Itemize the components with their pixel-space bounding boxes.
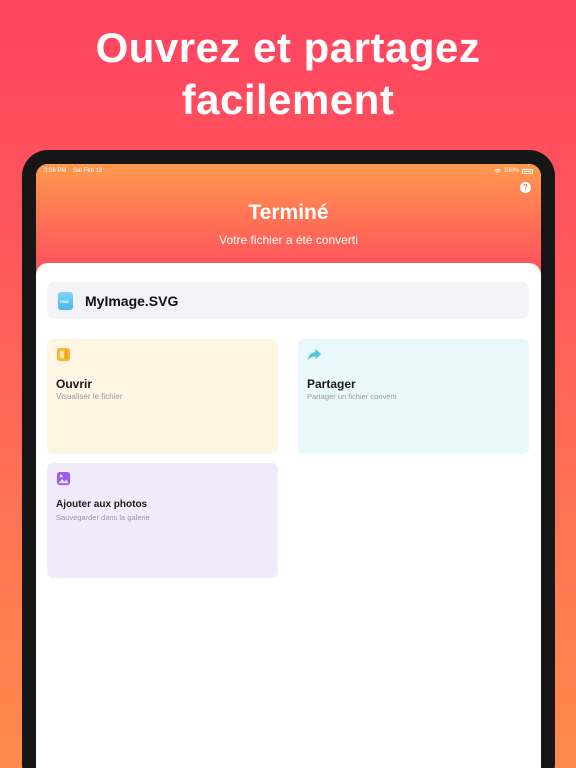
file-row: MyImage.SVG <box>47 282 529 319</box>
tablet-device: 3:06 PM Sat Feb 13 100% ? Terminé Votre … <box>22 150 555 768</box>
status-time: 3:06 PM <box>44 168 67 174</box>
share-action-subtitle: Partager un fichier converti <box>307 392 397 401</box>
share-arrow-icon <box>307 348 322 361</box>
status-right: 100% <box>493 164 533 178</box>
add-to-photos-action-tile[interactable]: Ajouter aux photos Sauvegarder dans la g… <box>47 463 278 578</box>
image-file-icon <box>58 291 73 310</box>
open-action-title: Ouvrir <box>56 377 93 391</box>
content-card: MyImage.SVG Ouvrir Visualiser le fichier… <box>36 263 541 768</box>
photos-action-subtitle: Sauvegarder dans la galerie <box>56 513 150 522</box>
app-screen: 3:06 PM Sat Feb 13 100% ? Terminé Votre … <box>36 164 541 768</box>
share-action-title: Partager <box>307 377 356 391</box>
open-action-subtitle: Visualiser le fichier <box>56 392 123 401</box>
battery-icon <box>522 168 533 174</box>
status-left: 3:06 PM Sat Feb 13 <box>44 164 107 178</box>
wifi-icon <box>493 168 501 174</box>
headline-line-1: Ouvrez et partagez <box>95 24 481 71</box>
share-action-tile[interactable]: Partager Partager un fichier converti <box>298 339 529 454</box>
open-action-tile[interactable]: Ouvrir Visualiser le fichier <box>47 339 278 454</box>
page-subtitle: Votre fichier a été converti <box>219 233 358 247</box>
battery-percent: 100% <box>503 168 519 174</box>
headline-line-2: facilement <box>181 76 395 123</box>
question-circle-icon[interactable]: ? <box>520 182 531 193</box>
open-file-icon <box>56 347 71 362</box>
photos-action-title: Ajouter aux photos <box>56 499 148 510</box>
result-header: 3:06 PM Sat Feb 13 100% ? Terminé Votre … <box>36 164 541 274</box>
status-bar: 3:06 PM Sat Feb 13 100% <box>36 164 541 178</box>
page-title: Terminé <box>248 201 329 224</box>
status-date: Sat Feb 13 <box>73 168 103 174</box>
marketing-headline: Ouvrez et partagez facilement <box>0 22 576 126</box>
file-name: MyImage.SVG <box>85 292 179 309</box>
photo-icon <box>56 471 71 486</box>
